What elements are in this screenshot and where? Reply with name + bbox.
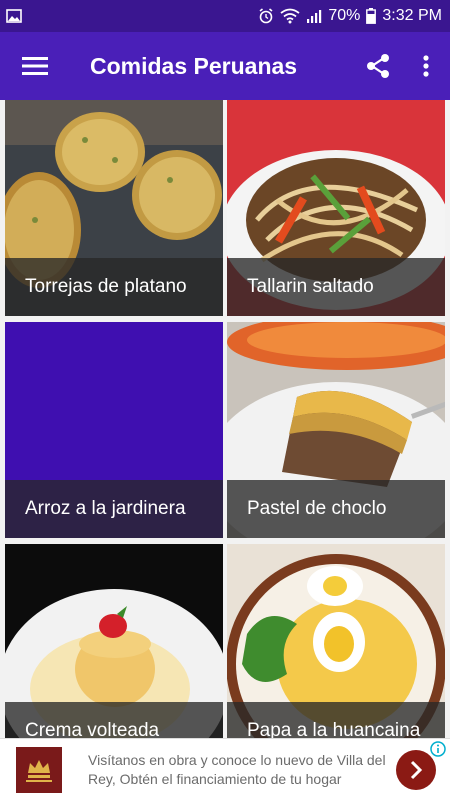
recipe-label: Arroz a la jardinera [5, 480, 223, 538]
recipe-label: Tallarin saltado [227, 258, 445, 316]
battery-icon [366, 8, 377, 24]
recipe-label: Torrejas de platano [5, 258, 223, 316]
recipe-card-tallarin[interactable]: Tallarin saltado [227, 100, 445, 316]
recipe-grid: Torrejas de platano Tallarin saltado Arr… [0, 100, 450, 738]
status-time: 3:32 PM [382, 7, 442, 24]
recipe-label: Crema volteada [5, 702, 223, 738]
ad-text: Visítanos en obra y conoce lo nuevo de V… [88, 751, 386, 787]
chevron-right-icon [410, 760, 423, 779]
alarm-icon [259, 8, 273, 24]
recipe-card-torrejas[interactable]: Torrejas de platano [5, 100, 223, 316]
image-icon [6, 9, 22, 23]
menu-button[interactable] [0, 32, 70, 100]
share-button[interactable] [354, 32, 402, 100]
recipe-card-arroz[interactable]: Arroz a la jardinera [5, 322, 223, 538]
ad-logo [16, 746, 62, 793]
recipe-card-crema[interactable]: Crema volteada [5, 544, 223, 738]
ad-info-button[interactable] [430, 741, 446, 762]
recipe-label: Papa a la huancaina [227, 702, 445, 738]
recipe-label: Pastel de choclo [227, 480, 445, 538]
crown-logo-icon [26, 759, 52, 782]
ad-banner[interactable]: Visítanos en obra y conoce lo nuevo de V… [0, 738, 450, 800]
status-bar: 70% 3:32 PM [0, 0, 450, 32]
signal-icon [307, 10, 322, 23]
info-icon [430, 741, 446, 757]
more-options-button[interactable] [402, 32, 450, 100]
recipe-card-papa[interactable]: Papa a la huancaina [227, 544, 445, 738]
app-title: Comidas Peruanas [90, 52, 298, 79]
battery-percent: 70% [328, 7, 361, 24]
share-icon [367, 54, 389, 78]
more-vert-icon [423, 55, 429, 77]
recipe-card-pastel[interactable]: Pastel de choclo [227, 322, 445, 538]
wifi-icon [280, 8, 300, 24]
app-bar: Comidas Peruanas [0, 32, 450, 100]
menu-icon [22, 57, 48, 75]
